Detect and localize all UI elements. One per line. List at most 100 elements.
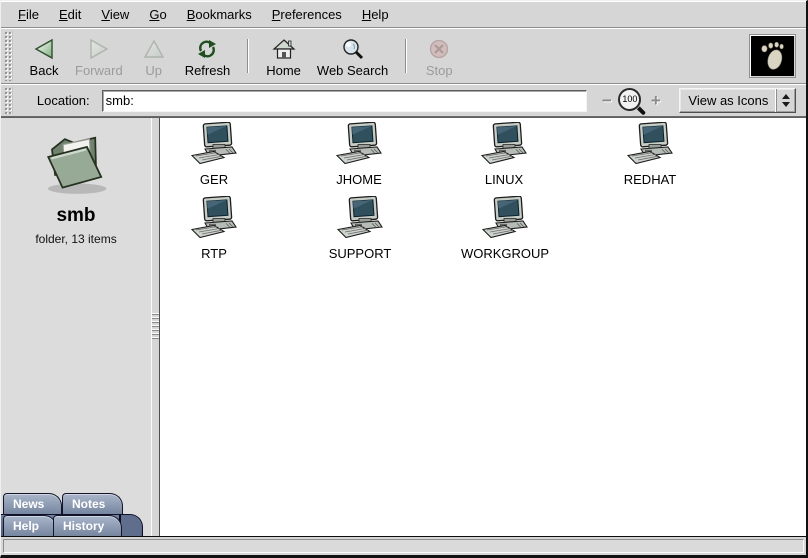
zoom-level-indicator[interactable]: 100 — [617, 87, 645, 115]
stop-label: Stop — [426, 63, 453, 78]
refresh-icon — [195, 37, 219, 60]
view-mode-dropdown[interactable]: View as Icons — [679, 88, 796, 113]
computer-icon — [336, 196, 384, 245]
open-folder-icon — [37, 128, 115, 203]
content-area: smb folder, 13 items News Notes Help His… — [1, 117, 806, 536]
view-mode-value: View as Icons — [688, 93, 768, 108]
host-item-support[interactable]: SUPPORT — [305, 196, 415, 261]
menu-bookmarks[interactable]: Bookmarks — [184, 5, 255, 24]
home-icon — [272, 37, 296, 60]
tab-history-label: History — [63, 519, 104, 533]
sidebar-tab-row-2: Help History — [1, 514, 151, 536]
menu-file[interactable]: File — [15, 5, 42, 24]
menu-view-mnemonic: V — [101, 7, 109, 22]
location-input[interactable] — [102, 90, 588, 112]
toolbar-grip-handle[interactable] — [4, 31, 13, 81]
host-item-jhome[interactable]: JHOME — [304, 122, 414, 187]
web-search-button[interactable]: Web Search — [309, 33, 396, 80]
host-label: GER — [200, 172, 228, 187]
back-button[interactable]: Back — [21, 33, 67, 80]
host-label: REDHAT — [624, 172, 676, 187]
icon-view[interactable]: GER JHOME LINUX REDHAT RTP SUPPORT — [160, 118, 806, 536]
file-manager-window: File Edit View Go Bookmarks Preferences … — [0, 0, 808, 558]
sidebar-splitter[interactable] — [151, 118, 160, 536]
splitter-grip-icon — [152, 313, 159, 341]
sidebar-empty-space — [1, 246, 151, 492]
menu-file-mnemonic: F — [18, 7, 26, 22]
computer-icon — [335, 122, 383, 171]
menu-go-label: o — [159, 7, 166, 22]
sidebar-tab-news[interactable]: News — [3, 493, 62, 514]
location-label: Location: — [37, 93, 90, 108]
sidebar-folder-title: smb — [56, 205, 95, 227]
menu-help-label: elp — [371, 7, 388, 22]
forward-button[interactable]: Forward — [67, 33, 131, 80]
host-label: JHOME — [336, 172, 382, 187]
throbber[interactable] — [749, 34, 796, 78]
host-label: RTP — [201, 246, 227, 261]
forward-label: Forward — [75, 63, 123, 78]
up-label: Up — [145, 63, 162, 78]
forward-icon — [87, 37, 111, 60]
chevron-up-icon — [782, 94, 790, 99]
refresh-label: Refresh — [185, 63, 231, 78]
tab-news-label: News — [13, 497, 44, 511]
up-button[interactable]: Up — [131, 33, 177, 80]
computer-icon — [626, 122, 674, 171]
computer-icon — [190, 196, 238, 245]
home-button[interactable]: Home — [258, 33, 309, 80]
zoom-out-icon[interactable]: − — [599, 92, 614, 109]
host-item-linux[interactable]: LINUX — [449, 122, 559, 187]
menu-edit-label: dit — [68, 7, 82, 22]
host-label: LINUX — [485, 172, 523, 187]
dropdown-spinner-icons — [776, 89, 795, 112]
host-label: WORKGROUP — [461, 246, 549, 261]
host-label: SUPPORT — [329, 246, 392, 261]
sidebar-tab-notes[interactable]: Notes — [62, 493, 123, 514]
zoom-control: − 100 + — [599, 87, 663, 115]
sidebar-tab-history[interactable]: History — [53, 515, 122, 536]
toolbar-separator — [405, 39, 407, 73]
menu-preferences[interactable]: Preferences — [269, 5, 345, 24]
location-bar: Location: − 100 + View as Icons — [1, 84, 806, 117]
host-item-workgroup[interactable]: WORKGROUP — [450, 196, 560, 261]
stop-button[interactable]: Stop — [416, 33, 462, 80]
computer-icon — [480, 122, 528, 171]
host-item-ger[interactable]: GER — [160, 122, 269, 187]
sidebar-tab-row-1: News Notes — [1, 492, 151, 514]
menu-view-label: iew — [110, 7, 130, 22]
menu-help[interactable]: Help — [359, 5, 392, 24]
status-bar — [1, 536, 806, 555]
menu-preferences-label: references — [280, 7, 341, 22]
menu-view[interactable]: View — [98, 5, 132, 24]
web-search-label: Web Search — [317, 63, 388, 78]
host-item-rtp[interactable]: RTP — [160, 196, 269, 261]
menu-file-label: ile — [26, 7, 39, 22]
computer-icon — [481, 196, 529, 245]
gnome-foot-icon — [751, 36, 794, 76]
menu-edit-mnemonic: E — [59, 7, 68, 22]
tab-notes-label: Notes — [72, 497, 105, 511]
sidebar-tab-help[interactable]: Help — [3, 515, 57, 536]
zoom-in-icon[interactable]: + — [648, 92, 663, 109]
magnifier-handle-icon — [637, 106, 646, 115]
stop-icon — [427, 37, 451, 60]
sidebar: smb folder, 13 items News Notes Help His… — [1, 118, 151, 536]
menu-edit[interactable]: Edit — [56, 5, 84, 24]
menu-help-mnemonic: H — [362, 7, 371, 22]
menu-bar: File Edit View Go Bookmarks Preferences … — [1, 1, 806, 28]
status-bar-field — [3, 539, 804, 553]
back-label: Back — [30, 63, 59, 78]
sidebar-info-panel: smb folder, 13 items — [1, 118, 151, 246]
sidebar-folder-summary: folder, 13 items — [35, 232, 116, 246]
back-icon — [32, 37, 56, 60]
menu-go[interactable]: Go — [146, 5, 169, 24]
home-label: Home — [266, 63, 301, 78]
refresh-button[interactable]: Refresh — [177, 33, 239, 80]
web-search-icon — [341, 37, 365, 60]
chevron-down-icon — [782, 102, 790, 107]
tab-help-label: Help — [13, 519, 39, 533]
host-item-redhat[interactable]: REDHAT — [595, 122, 705, 187]
location-bar-grip-handle[interactable] — [4, 87, 13, 114]
toolbar: Back Forward Up Refresh — [1, 28, 806, 84]
